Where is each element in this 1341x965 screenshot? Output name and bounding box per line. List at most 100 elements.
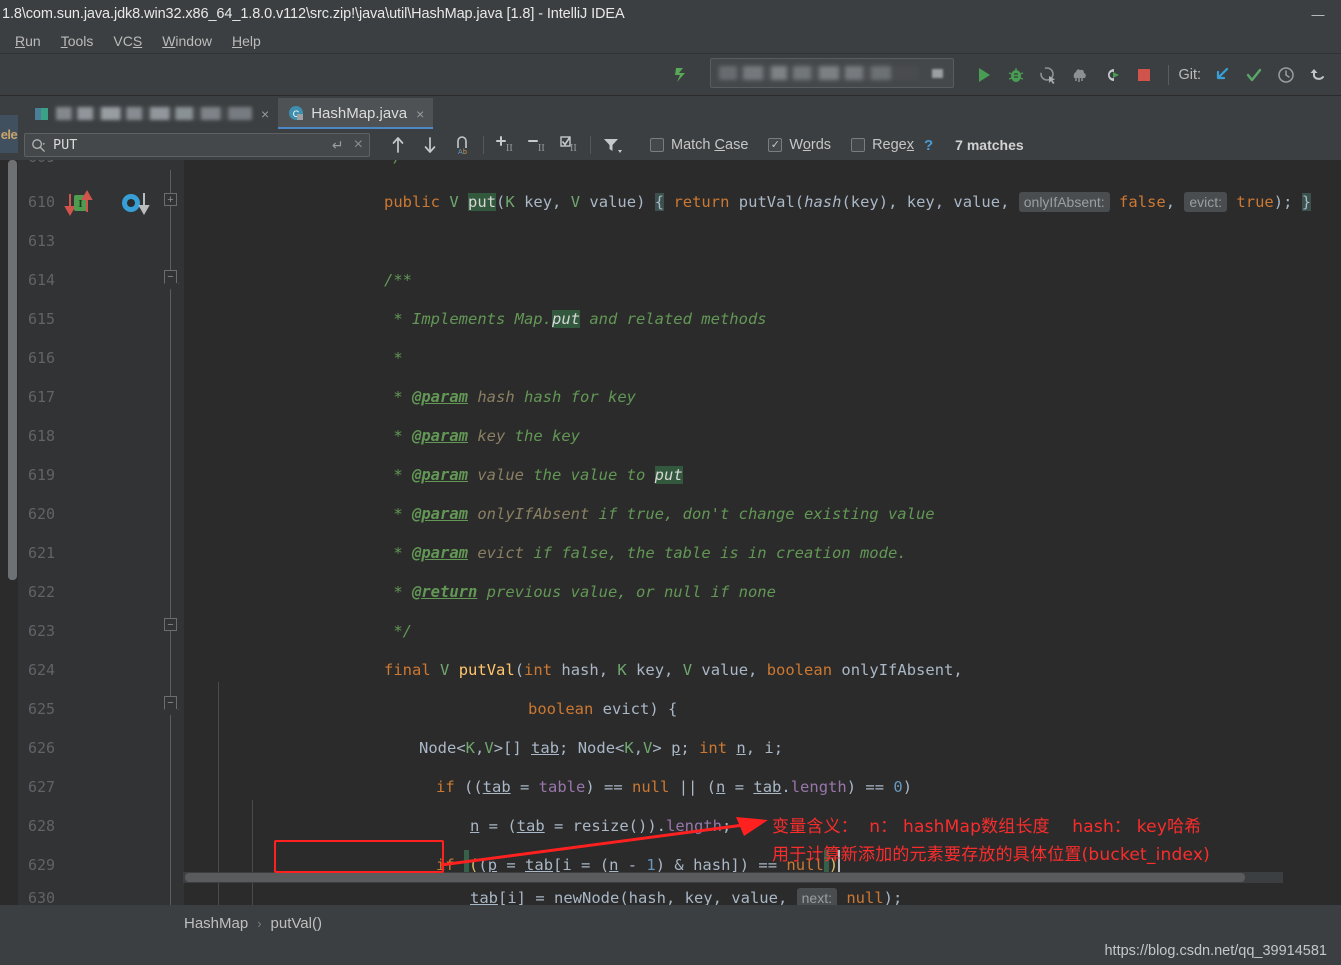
find-all-occurrences-icon[interactable]: A b (446, 132, 478, 158)
code-line[interactable]: 620 * @param onlyIfAbsent if true, don't… (28, 495, 1341, 534)
title-bar: 1.8\com.sun.java.jdk8.win32.x86_64_1.8.0… (0, 0, 1341, 28)
match-case-label: Match Case (671, 137, 749, 153)
menu-bar: RRunun Tools VCS Window Help (0, 28, 1341, 54)
code-line[interactable]: 624 final V putVal(int hash, K key, V va… (28, 651, 1341, 690)
line-text: */ (384, 160, 403, 168)
annotation-arrow-icon (440, 817, 768, 867)
line-text: Node<K,V>[] tab; Node<K,V> p; int n, i; (419, 739, 784, 757)
fold-collapse-marker[interactable] (164, 618, 177, 631)
match-count-label: 7 matches (955, 137, 1024, 153)
run-configuration-label (719, 66, 919, 80)
match-case-checkbox[interactable]: Match Case (650, 137, 748, 153)
update-project-icon[interactable] (1207, 60, 1237, 90)
words-box: ✓ (768, 138, 783, 152)
menu-item-vcs[interactable]: VCS (104, 30, 151, 52)
breadcrumb-item-class[interactable]: HashMap (184, 915, 248, 932)
history-icon[interactable] (1271, 60, 1301, 90)
code-line[interactable]: 626 Node<K,V>[] tab; Node<K,V> p; int n,… (28, 729, 1341, 768)
code-line[interactable]: 609 */ (28, 160, 1341, 182)
remove-selection-icon[interactable]: II (521, 132, 553, 158)
regex-checkbox[interactable]: Regex (851, 137, 914, 153)
annotation-line-1: 变量含义： n： hashMap数组长度 hash： key哈希 (772, 817, 1202, 837)
search-input[interactable] (46, 137, 332, 153)
line-number: 610 (28, 192, 56, 211)
stop-icon[interactable] (1129, 60, 1159, 90)
line-number: 614 (28, 271, 56, 289)
breadcrumb: HashMap › putVal() (18, 909, 1341, 937)
tab-close-icon[interactable]: × (416, 107, 424, 121)
search-enter-icon[interactable]: ↵ (332, 137, 344, 154)
code-line[interactable]: 630 tab[i] = newNode(hash, key, value, n… (28, 885, 1341, 905)
regex-help-icon[interactable]: ? (924, 137, 933, 154)
window-controls: — (1295, 0, 1341, 28)
git-label: Git: (1178, 66, 1201, 83)
code-line[interactable]: 622 * @return previous value, or null if… (28, 573, 1341, 612)
tab-hashmap-java[interactable]: C HashMap.java × (278, 98, 434, 130)
minimize-button[interactable]: — (1295, 0, 1341, 28)
code-editor[interactable]: I 609 */ 610 public V put(K key, (0, 160, 1341, 905)
select-all-occurrences-icon[interactable]: II (553, 132, 585, 158)
menu-item-tools[interactable]: Tools (52, 30, 103, 52)
code-line[interactable]: 616 * (28, 339, 1341, 378)
code-line[interactable]: 627 if ((tab = table) == null || (n = ta… (28, 768, 1341, 807)
menu-item-run[interactable]: RRunun (6, 30, 50, 52)
rollback-icon[interactable] (1303, 60, 1333, 90)
line-number: 623 (28, 622, 56, 640)
code-lines[interactable]: 609 */ 610 public V put(K key, V value) … (28, 160, 1341, 905)
code-line[interactable]: 617 * @param hash hash for key (28, 378, 1341, 417)
code-line[interactable]: 615 * Implements Map.put and related met… (28, 300, 1341, 339)
filter-icon[interactable] (596, 132, 628, 158)
tab-blurred-controller[interactable]: × (24, 98, 279, 129)
status-bar: https://blog.csdn.net/qq_39914581 (0, 937, 1341, 965)
breadcrumb-item-method[interactable]: putVal() (271, 915, 322, 932)
code-line[interactable]: 614 /** (28, 261, 1341, 300)
sidebar-tool-label[interactable]: ele (0, 115, 18, 153)
svg-text:b: b (463, 149, 467, 156)
line-number: 622 (28, 583, 56, 601)
code-line[interactable]: 621 * @param evict if false, the table i… (28, 534, 1341, 573)
fold-expand-marker[interactable] (164, 193, 177, 206)
line-number: 625 (28, 700, 56, 718)
find-next-button[interactable] (414, 132, 446, 158)
profile-icon[interactable] (1065, 60, 1095, 90)
tab-close-icon[interactable]: × (261, 107, 269, 121)
line-text: * @param evict if false, the table is in… (384, 544, 907, 562)
scrollbar-thumb[interactable] (185, 873, 1245, 882)
fold-collapse-marker[interactable] (164, 270, 177, 283)
commit-icon[interactable] (1239, 60, 1269, 90)
line-number: 621 (28, 544, 56, 562)
code-line[interactable]: 625 boolean evict) { (28, 690, 1341, 729)
menu-item-window[interactable]: Window (153, 30, 221, 52)
java-class-icon: C (289, 106, 304, 120)
line-text: /** (384, 271, 412, 289)
code-line[interactable]: 613 (28, 222, 1341, 261)
line-number: 616 (28, 349, 56, 367)
debug-icon[interactable] (1001, 60, 1031, 90)
menu-item-help[interactable]: Help (223, 30, 270, 52)
code-line[interactable]: 610 public V put(K key, V value) { retur… (28, 182, 1341, 222)
chevron-down-icon (932, 69, 943, 78)
search-field-wrapper[interactable]: ↵ × (24, 133, 370, 157)
editor-vertical-scrollbar[interactable] (8, 160, 17, 580)
search-clear-icon[interactable]: × (354, 136, 363, 154)
fold-collapse-marker[interactable] (164, 696, 177, 709)
words-checkbox[interactable]: ✓ Words (768, 137, 831, 153)
match-case-box (650, 138, 664, 152)
main-toolbar: Git: (0, 54, 1341, 96)
line-text: final V putVal(int hash, K key, V value,… (384, 661, 963, 679)
add-selection-icon[interactable]: II (489, 132, 521, 158)
code-line[interactable]: 619 * @param value the value to put (28, 456, 1341, 495)
run-icon[interactable] (969, 60, 999, 90)
line-text: public V put(K key, V value) { return pu… (384, 191, 1312, 212)
svg-text:II: II (506, 143, 513, 154)
run-configuration-selector[interactable] (710, 58, 954, 88)
find-previous-button[interactable] (382, 132, 414, 158)
java-class-icon (35, 107, 48, 120)
run-with-coverage-icon[interactable] (1033, 60, 1063, 90)
attach-process-icon[interactable] (1097, 60, 1127, 90)
regex-label: Regex (872, 137, 914, 153)
code-line[interactable]: 623 */ (28, 612, 1341, 651)
code-line[interactable]: 618 * @param key the key (28, 417, 1341, 456)
ant-build-icon[interactable] (666, 60, 696, 90)
annotation-line-2: 用于计算新添加的元素要存放的具体位置(bucket_index) (772, 845, 1210, 865)
